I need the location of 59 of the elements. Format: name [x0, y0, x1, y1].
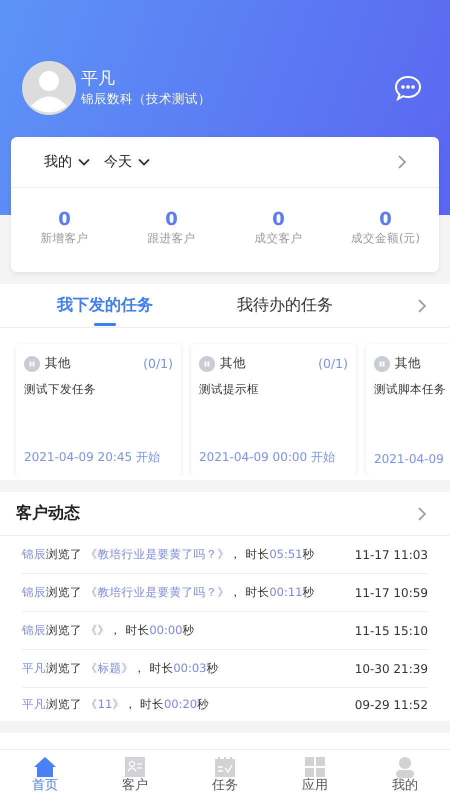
nav-tab[interactable]: 我的	[360, 750, 450, 800]
user-name: 平凡	[81, 68, 116, 90]
activity-text: 锦辰浏览了 《》， 时长00:00秒	[22, 623, 194, 638]
task-category: 其他	[395, 355, 421, 372]
section-title: 客户动态	[16, 503, 80, 524]
task-category: 其他	[220, 355, 246, 372]
task-count: (0/1)	[143, 356, 173, 371]
contact-card-icon	[124, 756, 146, 778]
stat-label: 跟进客户	[148, 230, 196, 246]
task-start-time: 2021-04-09 20:45 开始	[24, 449, 161, 466]
stat-value: 0	[379, 210, 392, 230]
stat-value: 0	[58, 210, 71, 230]
chat-icon[interactable]	[394, 75, 422, 101]
activity-time: 11-15 15:10	[354, 624, 428, 638]
task-category: 其他	[45, 355, 71, 372]
category-icon	[199, 356, 215, 372]
caret-icon	[138, 158, 150, 166]
stat-label: 成交金额(元)	[351, 230, 420, 246]
activity-time: 10-30 21:39	[354, 662, 428, 676]
stat-label: 成交客户	[254, 230, 302, 246]
nav-tab[interactable]: 客户	[90, 750, 180, 800]
task-count: (0/1)	[318, 356, 348, 371]
task-title: 测试提示框	[199, 382, 260, 397]
nav-tab[interactable]: 任务	[180, 750, 270, 800]
avatar-icon	[22, 61, 76, 115]
nav-tab[interactable]: 首页	[0, 750, 90, 800]
activity-time: 09-29 11:52	[354, 698, 428, 712]
activity-text: 平凡浏览了 《11》， 时长00:20秒	[22, 697, 210, 712]
home-icon	[33, 756, 57, 778]
task-card[interactable]: 其他 (0/1) 测试下发任务 2021-04-09 20:45 开始	[16, 344, 181, 476]
grid-icon	[304, 756, 326, 778]
filter-dropdown[interactable]: 今天	[104, 153, 150, 171]
stat-label: 新增客户	[40, 230, 88, 246]
checklist-icon	[214, 756, 236, 778]
task-tab[interactable]: 我下发的任务	[15, 284, 195, 327]
chevron-right-icon[interactable]	[418, 506, 426, 520]
task-title: 测试脚本任务	[374, 382, 447, 397]
activity-time: 11-17 11:03	[354, 548, 428, 562]
task-start-time: 2021-04-09	[374, 452, 445, 466]
activity-text: 锦辰浏览了 《教培行业是要黄了吗？》， 时长05:51秒	[22, 547, 314, 562]
nav-tab[interactable]: 应用	[270, 750, 360, 800]
stat-value: 0	[272, 210, 285, 230]
task-card[interactable]: 其他 (0/1) 测试提示框 2021-04-09 00:00 开始	[191, 344, 356, 476]
task-start-time: 2021-04-09 00:00 开始	[199, 449, 336, 466]
activity-text: 锦辰浏览了 《教培行业是要黄了吗？》， 时长00:11秒	[22, 585, 314, 600]
filter-dropdown[interactable]: 我的	[44, 153, 90, 171]
task-title: 测试下发任务	[24, 382, 97, 397]
caret-icon	[78, 158, 90, 166]
activity-text: 平凡浏览了 《标题》， 时长00:03秒	[22, 661, 218, 676]
stat-value: 0	[165, 210, 178, 230]
task-card[interactable]: 其他 测试脚本任务 2021-04-09	[366, 344, 450, 476]
activity-time: 11-17 10:59	[354, 586, 428, 600]
chevron-right-icon[interactable]	[418, 298, 426, 312]
person-icon	[394, 756, 416, 778]
task-tab[interactable]: 我待办的任务	[195, 284, 375, 327]
chevron-right-icon[interactable]	[398, 155, 406, 169]
category-icon	[374, 356, 390, 372]
category-icon	[24, 356, 40, 372]
company-name: 锦辰数科（技术测试）	[81, 90, 212, 108]
